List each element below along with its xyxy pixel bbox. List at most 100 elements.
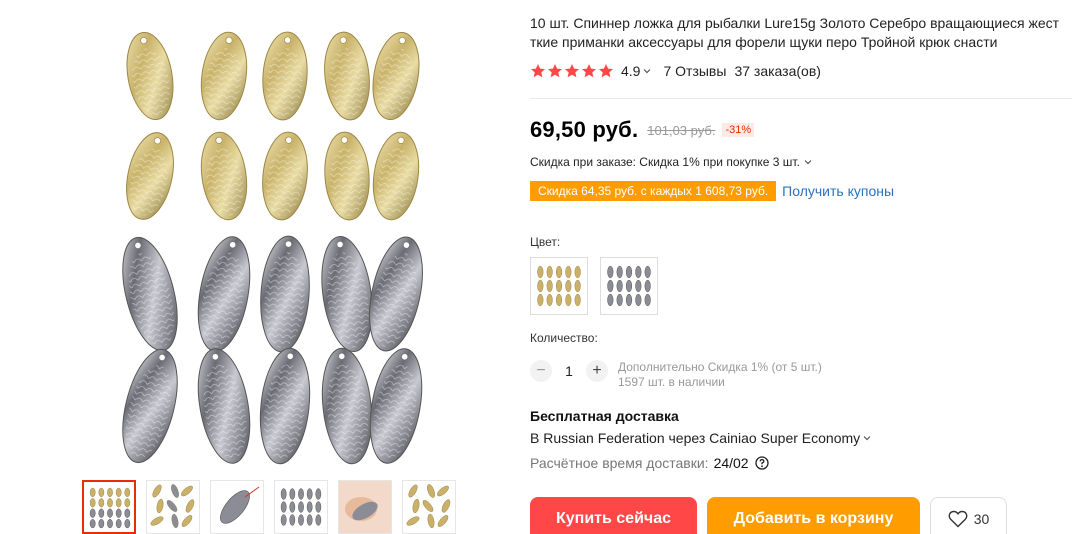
discount-badge: -31% [722, 123, 755, 137]
star-icon [599, 64, 613, 78]
silver-blade [197, 348, 251, 464]
thumbnail-image [220, 486, 260, 524]
silver-blade [115, 508, 122, 518]
quantity-value[interactable]: 1 [552, 360, 586, 382]
color-swatch-gold[interactable] [530, 257, 588, 315]
silver-blade [635, 265, 642, 279]
silver-blade [369, 236, 423, 352]
gold-blade [98, 498, 105, 508]
silver-blade [260, 235, 310, 353]
gold-blade [555, 279, 563, 293]
quantity-decrease-button[interactable]: − [530, 360, 552, 382]
product-gallery [0, 0, 520, 534]
product-title-line-1: 10 шт. Спиннер ложка для рыбалки Lure15g… [530, 15, 1060, 31]
shipping-method[interactable]: В Russian Federation через Cainiao Super… [530, 430, 871, 446]
gold-blade [115, 487, 122, 498]
gold-blade [555, 265, 563, 279]
color-swatch-silver[interactable] [600, 257, 658, 315]
quantity-increase-button[interactable]: + [586, 360, 608, 382]
silver-blade [625, 279, 633, 293]
color-label: Цвет: [530, 235, 561, 249]
silver-blade [289, 488, 296, 500]
silver-blade [98, 508, 105, 518]
delivery-estimate: Расчётное время доставки: 24/02 [530, 455, 769, 471]
silver-blade [644, 265, 651, 279]
gold-blade [126, 132, 174, 220]
quantity-label: Количество: [530, 331, 598, 345]
silver-blade [259, 347, 311, 465]
help-icon[interactable] [754, 456, 769, 470]
thumbnail-6[interactable] [402, 480, 456, 534]
orders-count: 37 заказа(ов) [734, 63, 821, 79]
gold-blade [372, 131, 420, 221]
gold-blade [124, 487, 131, 498]
silver-blade [124, 508, 131, 518]
thumbnail-3[interactable] [210, 480, 264, 534]
chevron-down-icon[interactable] [863, 435, 871, 441]
silver-blade [625, 293, 633, 307]
rating-value[interactable]: 4.9 [621, 63, 640, 79]
silver-blade [306, 501, 313, 513]
gold-blade [574, 265, 581, 279]
heart-icon [948, 510, 968, 528]
silver-blade [315, 514, 322, 526]
gold-blade [555, 293, 563, 307]
gold-blade [324, 31, 370, 121]
gold-blade [537, 265, 544, 279]
thumbnail-4[interactable] [274, 480, 328, 534]
thumbnail-2[interactable] [146, 480, 200, 534]
price-row: 69,50 руб. 101,03 руб. -31% [530, 116, 755, 144]
star-icon [548, 64, 562, 78]
stock-text: 1597 шт. в наличии [618, 375, 725, 389]
silver-blade [616, 279, 623, 293]
order-discount-text: Скидка при заказе: Скидка 1% при покупке… [530, 155, 800, 169]
buy-now-button[interactable]: Купить сейчас [530, 497, 697, 534]
reviews-link[interactable]: 7 Отзывы [663, 63, 726, 79]
add-to-cart-button[interactable]: Добавить в корзину [707, 497, 920, 534]
gold-blade [89, 498, 96, 508]
thumbnail-5[interactable] [338, 480, 392, 534]
silver-blade [197, 236, 251, 352]
gold-blade [262, 31, 308, 121]
silver-blade [298, 501, 304, 513]
silver-blade [321, 347, 373, 465]
quantity-stepper: − 1 + Дополнительно Скидка 1% (от 5 шт.)… [530, 360, 822, 390]
silver-blade [306, 514, 313, 526]
gold-blade [565, 293, 572, 307]
star-icon [582, 64, 596, 78]
gold-blade [324, 131, 370, 221]
chevron-down-icon[interactable] [643, 68, 651, 74]
wishlist-button[interactable]: 30 [930, 497, 1007, 534]
silver-blade [289, 514, 296, 526]
gold-blade [200, 131, 248, 221]
product-title: 10 шт. Спиннер ложка для рыбалки Lure15g… [530, 14, 1072, 52]
order-discount[interactable]: Скидка при заказе: Скидка 1% при покупке… [530, 155, 812, 169]
wishlist-count: 30 [973, 511, 990, 527]
silver-blade [107, 508, 113, 518]
silver-blade [616, 293, 623, 307]
silver-blade [280, 501, 287, 513]
thumbnail-image [280, 488, 322, 526]
action-buttons: Купить сейчас Добавить в корзину 30 [530, 497, 1007, 534]
quantity-info: Дополнительно Скидка 1% (от 5 шт.) 1597 … [618, 360, 822, 390]
main-product-image[interactable] [102, 14, 478, 474]
silver-blade [607, 279, 614, 293]
silver-blade [616, 265, 623, 279]
silver-blade [298, 514, 304, 526]
gold-blade [89, 487, 96, 498]
silver-blade [98, 518, 105, 529]
gold-blade [546, 293, 553, 307]
spinner-blades-image [122, 31, 423, 465]
thumbnail-image [150, 484, 195, 529]
chevron-down-icon[interactable] [804, 159, 812, 165]
shipping-title: Бесплатная доставка [530, 408, 679, 424]
gold-blade [126, 32, 174, 120]
thumbnail-1[interactable] [82, 480, 136, 534]
current-price: 69,50 руб. [530, 117, 639, 142]
get-coupons-link[interactable]: Получить купоны [782, 183, 894, 199]
color-swatches [530, 257, 658, 315]
silver-blade [107, 518, 113, 529]
gold-blade [537, 293, 544, 307]
gold-blades-thumbnail [537, 265, 581, 307]
silver-blade [321, 235, 373, 353]
